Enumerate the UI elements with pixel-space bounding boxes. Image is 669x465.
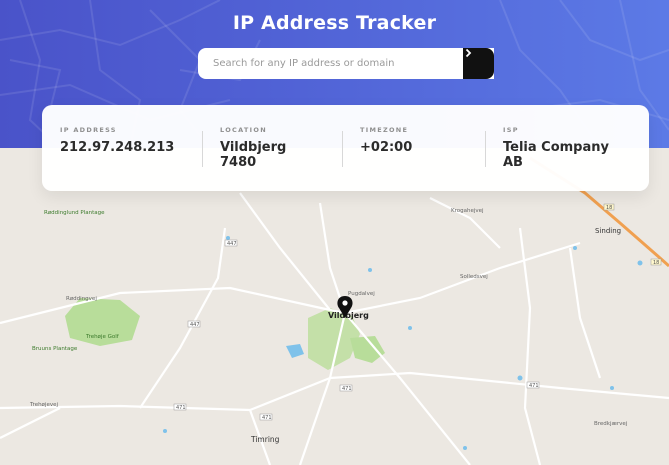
svg-text:18: 18 — [606, 205, 612, 211]
ip-address-value: 212.97.248.213 — [60, 140, 175, 155]
ip-address-label: IP ADDRESS — [60, 126, 117, 134]
map-label: Krogahejvej — [451, 208, 484, 214]
location-section: LOCATION Vildbjerg 7480 — [202, 105, 342, 191]
search-submit-button[interactable] — [463, 48, 494, 79]
map-canvas[interactable]: Rødding­lund Plantage Bruuns Plantage Tr… — [0, 148, 669, 465]
map-label: Pugdalvej — [348, 291, 375, 297]
location-postal: 7480 — [220, 155, 257, 170]
map-label: Rødding­lund Plantage — [44, 210, 105, 216]
timezone-label: TIMEZONE — [360, 126, 409, 134]
isp-label: ISP — [503, 126, 519, 134]
map-label: Bruuns Plantage — [32, 346, 78, 352]
search-input[interactable] — [198, 58, 494, 69]
map-label: Trehøje Golf — [85, 334, 120, 340]
isp-section: ISP Telia Company AB — [485, 105, 649, 191]
timezone-section: TIMEZONE +02:00 — [342, 105, 485, 191]
svg-text:447: 447 — [227, 241, 237, 247]
map-label: Røddingvej — [66, 296, 97, 302]
svg-text:447: 447 — [190, 322, 200, 328]
ip-info-card: IP ADDRESS 212.97.248.213 LOCATION Vildb… — [42, 105, 649, 191]
svg-text:18: 18 — [653, 260, 659, 266]
ip-address-section: IP ADDRESS 212.97.248.213 — [42, 105, 202, 191]
page-title: IP Address Tracker — [232, 12, 437, 34]
svg-text:471: 471 — [529, 383, 539, 389]
map-label: Timring — [250, 435, 280, 444]
svg-text:471: 471 — [176, 405, 186, 411]
svg-text:471: 471 — [262, 415, 272, 421]
search-box — [198, 48, 494, 79]
isp-value-line2: AB — [503, 155, 523, 170]
location-city: Vildbjerg — [220, 140, 287, 155]
timezone-value: +02:00 — [360, 140, 413, 155]
svg-text:471: 471 — [342, 386, 352, 392]
map-label: Sinding — [595, 227, 621, 235]
chevron-right-icon — [465, 48, 472, 58]
isp-value-line1: Telia Company — [503, 140, 609, 155]
map-label: Bredkjærvej — [594, 421, 628, 427]
map-label: Trehøjevej — [29, 402, 58, 408]
map-label: Solledsvej — [460, 274, 488, 280]
map-label: Vildbjerg — [328, 311, 369, 320]
location-label: LOCATION — [220, 126, 267, 134]
map-view[interactable]: Rødding­lund Plantage Bruuns Plantage Tr… — [0, 148, 669, 465]
